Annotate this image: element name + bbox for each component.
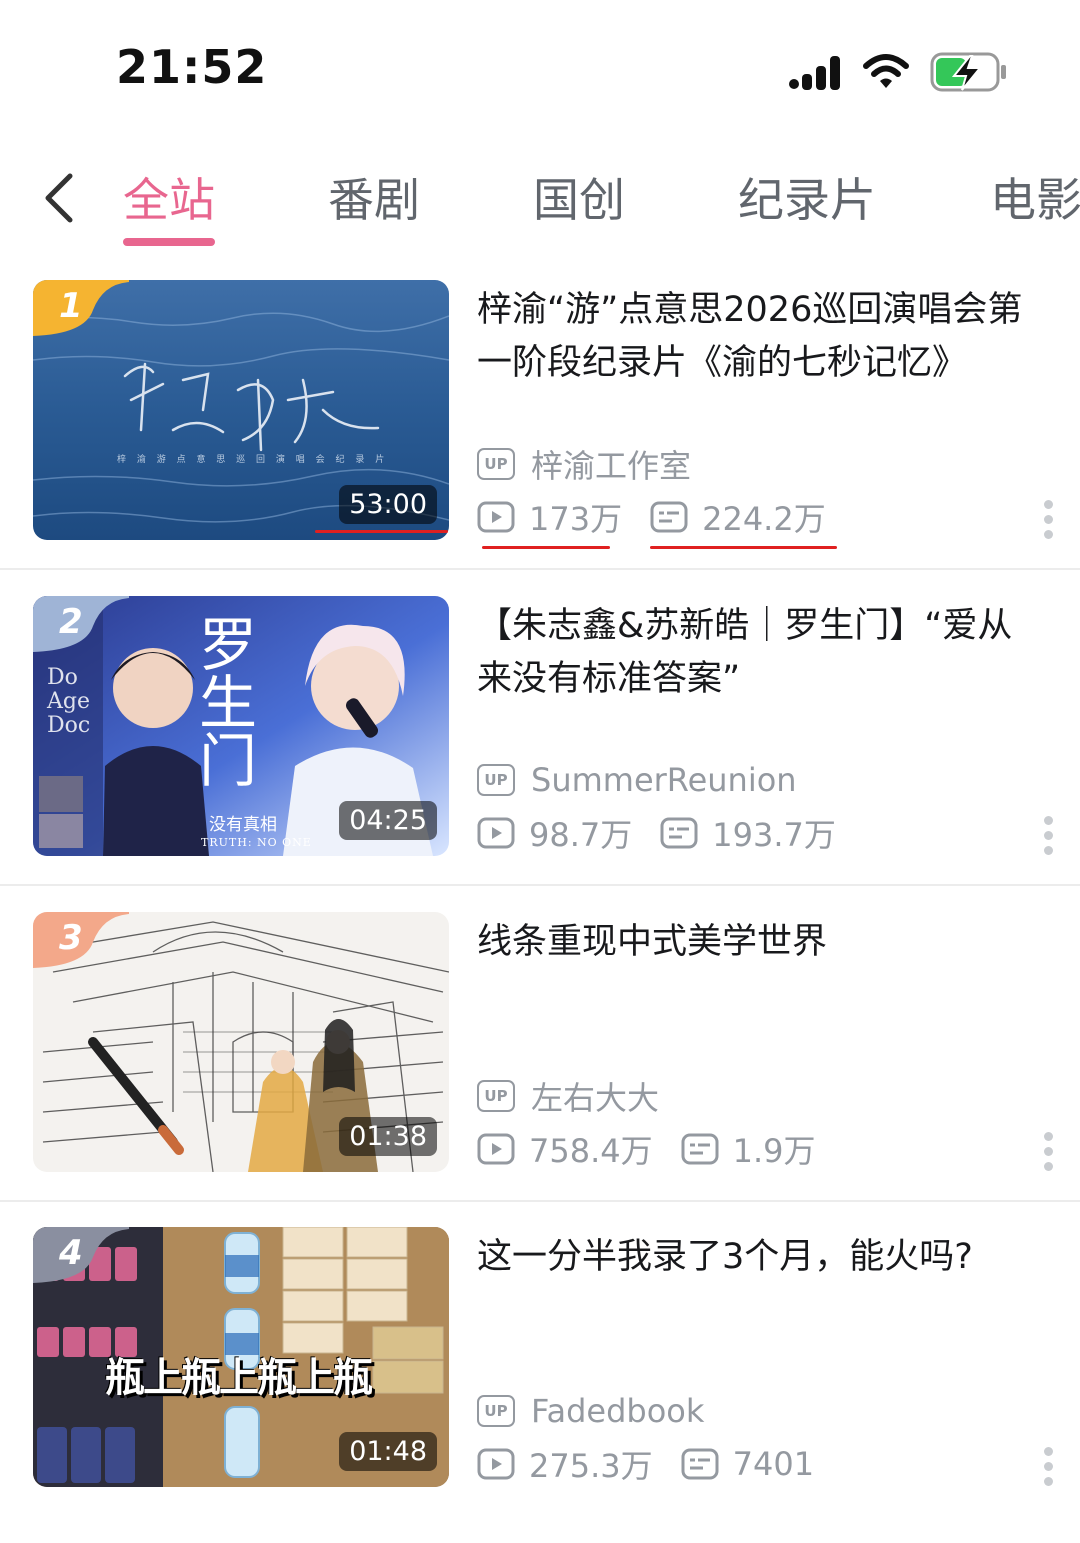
uploader-name: 左右大大 <box>531 1079 660 1117</box>
view-count: 173万 <box>529 500 623 538</box>
uploader-row[interactable]: UP 左右大大 <box>477 1074 659 1118</box>
more-options-icon[interactable] <box>1040 816 1056 860</box>
danmaku-count: 7401 <box>732 1445 815 1483</box>
danmaku-icon <box>660 817 698 849</box>
tab-all[interactable]: 全站 <box>123 164 215 230</box>
annotation-underline <box>482 546 610 549</box>
video-title[interactable]: 【朱志鑫&苏新皓｜罗生门】“爱从来没有标准答案” <box>477 600 1037 706</box>
stats-row: 98.7万 193.7万 <box>477 811 836 855</box>
svg-text:Do: Do <box>47 665 78 690</box>
wifi-icon <box>863 54 909 88</box>
danmaku-icon <box>681 1448 719 1480</box>
active-tab-indicator <box>123 238 215 246</box>
uploader-row[interactable]: UP 梓渝工作室 <box>477 442 691 486</box>
thumbnail-tag-text: TRUTH: NO ONE <box>201 836 312 849</box>
video-duration: 53:00 <box>339 485 437 524</box>
thumbnail-title-text: 罗生门 <box>189 614 257 788</box>
rank-number: 3 <box>59 918 83 958</box>
stats-row: 758.4万 1.9万 <box>477 1127 816 1171</box>
stats-row: 173万 224.2万 <box>477 495 826 539</box>
thumbnail-title-text: 瓶上瓶上瓶上瓶 <box>105 1355 373 1401</box>
tab-movie[interactable]: 电影 <box>990 164 1080 230</box>
svg-text:梓 渝 游 点 意 思 巡 回 演 唱 会 纪 录 片: 梓 渝 游 点 意 思 巡 回 演 唱 会 纪 录 片 <box>117 453 388 465</box>
back-arrow-icon[interactable] <box>40 170 80 226</box>
video-duration: 04:25 <box>339 801 437 840</box>
danmaku-icon <box>681 1133 719 1165</box>
more-options-icon[interactable] <box>1040 500 1056 544</box>
up-badge-icon: UP <box>477 1080 515 1112</box>
rank-number: 4 <box>59 1233 83 1273</box>
danmaku-count: 193.7万 <box>712 816 836 854</box>
video-thumbnail[interactable]: 瓶上瓶上瓶上瓶 4 01:48 <box>33 1227 449 1487</box>
uploader-row[interactable]: UP SummerReunion <box>477 758 797 802</box>
tab-guochuang[interactable]: 国创 <box>533 164 625 230</box>
svg-text:Doc: Doc <box>47 713 90 738</box>
video-card-2[interactable]: Do Age Doc 罗生门 没有真相 TRUTH: NO ONE 2 04:2… <box>0 596 1080 912</box>
more-options-icon[interactable] <box>1040 1447 1056 1491</box>
tab-documentary[interactable]: 纪录片 <box>738 164 876 230</box>
status-time: 21:52 <box>116 40 268 94</box>
uploader-name: Fadedbook <box>531 1392 705 1430</box>
video-duration: 01:48 <box>339 1432 437 1471</box>
rank-number: 2 <box>59 602 83 642</box>
play-count-icon <box>477 501 515 533</box>
divider <box>0 884 1080 886</box>
video-card-1[interactable]: 梓 渝 游 点 意 思 巡 回 演 唱 会 纪 录 片 1 53:00 梓渝“游… <box>0 280 1080 596</box>
play-count-icon <box>477 1448 515 1480</box>
uploader-name: 梓渝工作室 <box>531 447 692 485</box>
video-duration: 01:38 <box>339 1117 437 1156</box>
svg-text:Age: Age <box>46 689 90 714</box>
uploader-name: SummerReunion <box>531 761 797 799</box>
battery-charging-icon <box>930 52 1006 92</box>
video-title[interactable]: 这一分半我录了3个月，能火吗? <box>477 1231 1037 1284</box>
video-thumbnail[interactable]: 梓 渝 游 点 意 思 巡 回 演 唱 会 纪 录 片 1 53:00 <box>33 280 449 540</box>
uploader-row[interactable]: UP Fadedbook <box>477 1389 704 1433</box>
view-count: 275.3万 <box>529 1447 653 1485</box>
stats-row: 275.3万 7401 <box>477 1442 814 1486</box>
view-count: 98.7万 <box>529 816 633 854</box>
video-title[interactable]: 梓渝“游”点意思2026巡回演唱会第一阶段纪录片《渝的七秒记忆》 <box>477 284 1037 390</box>
video-thumbnail[interactable]: Do Age Doc 罗生门 没有真相 TRUTH: NO ONE 2 04:2… <box>33 596 449 856</box>
thumbnail-subtitle-text: 没有真相 <box>209 815 277 835</box>
annotation-underline <box>650 546 837 549</box>
rank-number: 1 <box>59 286 83 326</box>
divider <box>0 1200 1080 1202</box>
up-badge-icon: UP <box>477 1395 515 1427</box>
status-bar: 21:52 <box>0 0 1080 140</box>
up-badge-icon: UP <box>477 448 515 480</box>
more-options-icon[interactable] <box>1040 1132 1056 1176</box>
play-count-icon <box>477 817 515 849</box>
view-count: 758.4万 <box>529 1132 653 1170</box>
danmaku-count: 1.9万 <box>732 1132 816 1170</box>
up-badge-icon: UP <box>477 764 515 796</box>
play-count-icon <box>477 1133 515 1165</box>
danmaku-count: 224.2万 <box>702 500 826 538</box>
cellular-signal-icon <box>789 56 840 90</box>
divider <box>0 568 1080 570</box>
category-tab-bar: 全站 番剧 国创 纪录片 电影 <box>0 150 1080 260</box>
video-title[interactable]: 线条重现中式美学世界 <box>477 916 1037 969</box>
video-card-4[interactable]: 瓶上瓶上瓶上瓶 4 01:48 这一分半我录了3个月，能火吗? UP Faded… <box>0 1227 1080 1543</box>
video-card-3[interactable]: 3 01:38 线条重现中式美学世界 UP 左右大大 758.4万 1.9万 <box>0 912 1080 1228</box>
video-thumbnail[interactable]: 3 01:38 <box>33 912 449 1172</box>
danmaku-icon <box>650 501 688 533</box>
tab-anime[interactable]: 番剧 <box>328 164 420 230</box>
annotation-underline <box>315 530 448 533</box>
